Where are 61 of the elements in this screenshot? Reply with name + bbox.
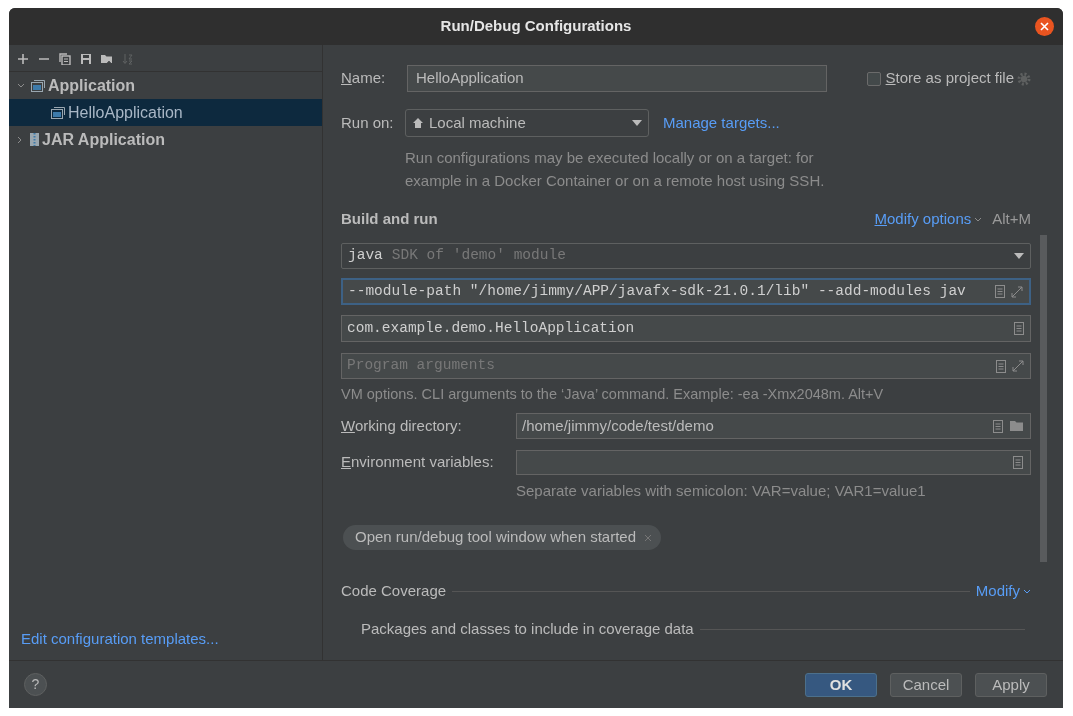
jar-icon xyxy=(30,133,39,146)
dropdown-arrow-icon xyxy=(632,120,642,126)
window-icon xyxy=(31,79,45,92)
chevron-right-icon[interactable] xyxy=(17,135,22,144)
shortcut-text: Alt+M xyxy=(992,208,1031,229)
chevron-down-icon xyxy=(974,216,983,222)
window-icon xyxy=(51,106,65,119)
vm-options-field[interactable]: --module-path "/home/jimmy/APP/javafx-sdk-21.0.1/lib" --add-modules jav xyxy=(341,278,1031,305)
document-icon[interactable] xyxy=(996,359,1006,373)
add-icon[interactable] xyxy=(17,53,29,65)
close-icon[interactable] xyxy=(644,533,652,542)
environment-variables-field[interactable] xyxy=(516,450,1031,475)
field-label: Name: xyxy=(341,68,387,89)
dropdown-arrow-icon xyxy=(1014,253,1024,259)
save-icon[interactable] xyxy=(80,53,92,65)
chevron-down-icon[interactable] xyxy=(17,83,25,88)
manage-targets-link[interactable]: Manage targets... xyxy=(663,111,780,135)
window-title: Run/Debug Configurations xyxy=(440,16,632,37)
close-icon xyxy=(1040,22,1049,31)
section-title: Build and run xyxy=(341,208,439,229)
scrollbar[interactable] xyxy=(1040,235,1047,562)
field-label: Run on: xyxy=(341,112,395,133)
sdk-dropdown[interactable]: java SDK of 'demo' module xyxy=(341,243,1031,269)
document-icon[interactable] xyxy=(993,419,1003,433)
field-label: Working directory: xyxy=(341,415,463,436)
chevron-down-icon xyxy=(1023,588,1031,594)
hint-text: Separate variables with semicolon: VAR=value; VAR1=value1 xyxy=(516,481,927,500)
tree-item[interactable]: HelloApplication xyxy=(9,99,322,126)
dialog-button[interactable]: Cancel xyxy=(890,672,962,697)
field-label: Environment variables: xyxy=(341,452,495,473)
subsection-title: Packages and classes to include in coverage data xyxy=(361,618,694,639)
target-dropdown[interactable]: Local machine xyxy=(405,109,649,137)
checkbox[interactable] xyxy=(866,71,881,86)
tree-item[interactable]: JAR Application xyxy=(9,126,322,153)
expand-icon[interactable] xyxy=(1012,360,1024,372)
close-button[interactable] xyxy=(1035,17,1054,36)
name-field[interactable]: HelloApplication xyxy=(407,65,827,92)
checkbox-label[interactable]: Store as project file xyxy=(885,67,1014,90)
help-button[interactable]: ? xyxy=(24,673,47,696)
templates-link[interactable]: Edit configuration templates... xyxy=(21,627,322,650)
main-class-field[interactable]: com.example.demo.HelloApplication xyxy=(341,315,1031,342)
hint-text: Run configurations may be executed locally or on a target: for example in a Docker Container or on a remote host using SSH. xyxy=(405,148,826,191)
modify-options-link[interactable]: Modify options xyxy=(874,207,972,231)
section-title: Code Coverage xyxy=(341,580,447,601)
document-icon[interactable] xyxy=(1013,456,1023,469)
document-icon[interactable] xyxy=(1014,322,1024,335)
expand-icon[interactable] xyxy=(1011,285,1023,298)
gear-icon[interactable] xyxy=(1017,71,1031,86)
copy-icon[interactable] xyxy=(59,53,71,65)
sdk-hint: SDK of 'demo' module xyxy=(391,246,567,266)
option-chip[interactable]: Open run/debug tool window when started xyxy=(343,525,661,550)
folder-icon[interactable] xyxy=(1010,420,1025,432)
working-directory-field[interactable]: /home/jimmy/code/test/demo xyxy=(516,413,1031,439)
hint-text: VM options. CLI arguments to the ‘Java’ command. Example: -ea -Xmx2048m. Alt+V xyxy=(341,385,885,403)
modify-link[interactable]: Modify xyxy=(975,579,1020,603)
home-icon xyxy=(412,117,424,129)
new-folder-icon[interactable] xyxy=(101,53,113,65)
document-icon[interactable] xyxy=(995,285,1005,298)
tree-item[interactable]: Application xyxy=(9,72,322,99)
dialog-button[interactable]: Apply xyxy=(975,672,1047,697)
ok-button[interactable]: OK xyxy=(805,672,877,697)
